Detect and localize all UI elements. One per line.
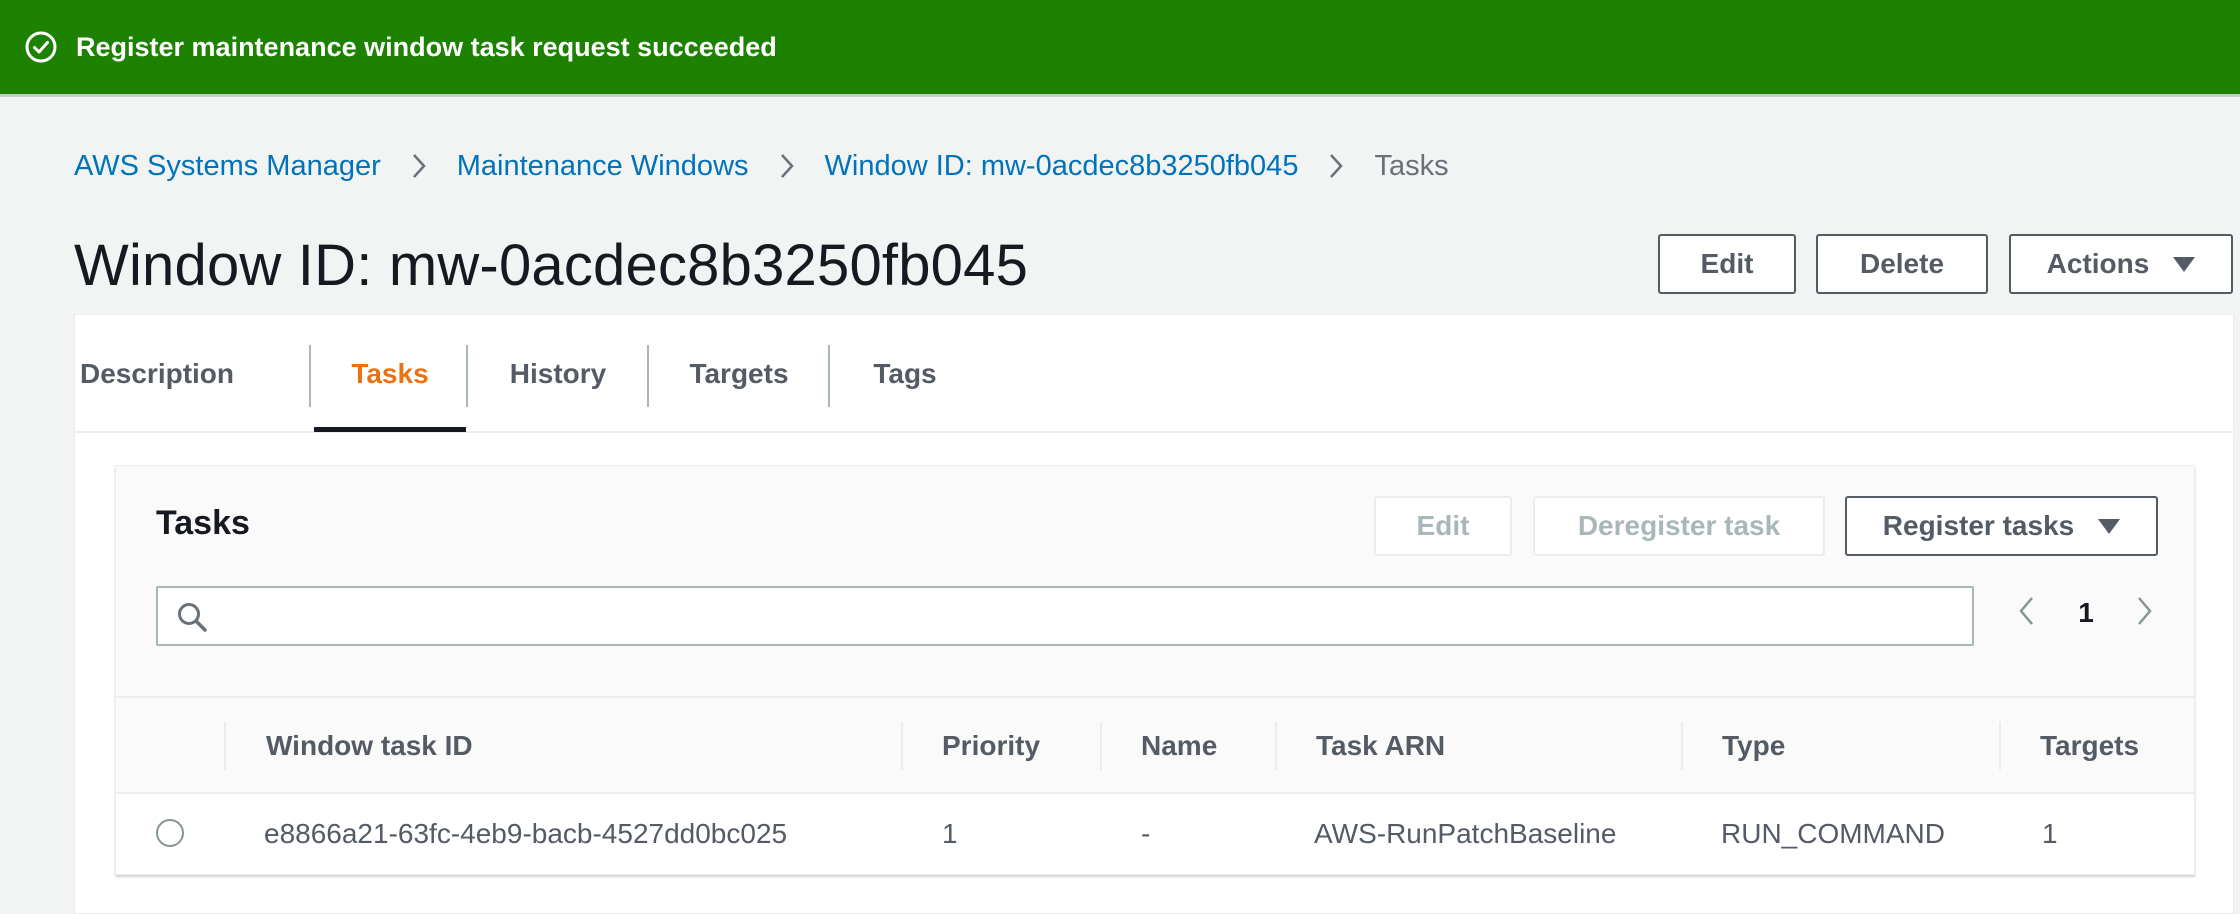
flash-message: Register maintenance window task request… [76,31,777,62]
column-divider [1999,722,2001,770]
success-flash-banner: Register maintenance window task request… [0,0,2240,97]
column-header-priority[interactable]: Priority [942,698,1040,794]
previous-page-button[interactable] [2011,588,2041,638]
tab-tasks-label: Tasks [351,358,429,389]
caret-down-icon [2098,518,2121,534]
cell-task-arn: AWS-RunPatchBaseline [1314,818,1617,849]
tab-tags-label: Tags [873,358,937,389]
chevron-right-icon [1328,152,1344,180]
search-input[interactable] [156,586,1974,646]
tab-history-label: History [509,358,607,389]
row-select-radio[interactable] [156,819,184,847]
breadcrumb-systems-manager[interactable]: AWS Systems Manager [74,150,381,183]
register-tasks-button-label: Register tasks [1882,510,2075,541]
tab-history[interactable]: History [468,315,648,433]
window-details-container: Description Tasks History Targets Tags T… [74,314,2234,914]
chevron-right-icon [2136,595,2154,632]
chevron-right-icon [411,152,427,180]
column-divider [1100,722,1102,770]
chevron-right-icon [779,152,795,180]
deregister-task-button[interactable]: Deregister task [1533,496,1825,556]
table-row[interactable]: e8866a21-63fc-4eb9-bacb-4527dd0bc025 1 -… [116,794,2194,874]
chevron-left-icon [2017,595,2035,632]
deregister-task-button-label: Deregister task [1577,510,1781,541]
delete-window-button-label: Delete [1859,248,1945,279]
cell-type: RUN_COMMAND [1721,818,1945,849]
cell-name: - [1141,818,1151,849]
column-divider [901,722,903,770]
cell-targets: 1 [2042,818,2058,849]
tab-tasks[interactable]: Tasks [314,315,466,433]
column-divider [224,722,226,770]
tab-targets-label: Targets [689,358,789,389]
page-title: Window ID: mw-0acdec8b3250fb045 [74,233,1029,298]
tab-description-label: Description [79,358,235,389]
breadcrumb-maintenance-windows[interactable]: Maintenance Windows [457,150,749,183]
flash-divider [0,94,2240,97]
tab-targets[interactable]: Targets [649,315,829,433]
breadcrumb: AWS Systems Manager Maintenance Windows … [74,146,1449,186]
caret-down-icon [2173,256,2196,272]
current-page-number[interactable]: 1 [2056,588,2116,638]
breadcrumb-current: Tasks [1374,149,1449,182]
column-divider [1275,722,1277,770]
column-header-targets[interactable]: Targets [2040,698,2139,794]
edit-window-button-label: Edit [1700,248,1754,279]
breadcrumb-window-id[interactable]: Window ID: mw-0acdec8b3250fb045 [825,150,1299,183]
actions-button-label: Actions [2046,248,2150,279]
table-header: Window task ID Priority Name Task ARN Ty… [116,696,2194,794]
column-header-task-arn[interactable]: Task ARN [1316,698,1445,794]
column-divider [1681,722,1683,770]
edit-task-button-label: Edit [1416,510,1470,541]
tab-divider [309,345,311,407]
next-page-button[interactable] [2130,588,2160,638]
tabs-bar: Description Tasks History Targets Tags [75,315,2233,433]
edit-task-button[interactable]: Edit [1374,496,1512,556]
actions-dropdown-button[interactable]: Actions [2009,234,2233,294]
edit-window-button[interactable]: Edit [1658,234,1796,294]
cell-window-task-id: e8866a21-63fc-4eb9-bacb-4527dd0bc025 [264,818,788,849]
delete-window-button[interactable]: Delete [1816,234,1988,294]
search-icon [176,601,208,633]
tab-description[interactable]: Description [75,315,239,433]
tab-tags[interactable]: Tags [830,315,980,433]
register-tasks-dropdown-button[interactable]: Register tasks [1845,496,2158,556]
tasks-panel: Tasks Edit Deregister task Register task… [115,465,2195,875]
tasks-panel-title: Tasks [156,504,250,542]
cell-priority: 1 [942,818,958,849]
column-header-type[interactable]: Type [1722,698,1785,794]
check-circle-icon [24,30,58,64]
active-tab-indicator [314,427,466,432]
column-header-window-task-id[interactable]: Window task ID [266,698,473,794]
column-header-name[interactable]: Name [1141,698,1217,794]
